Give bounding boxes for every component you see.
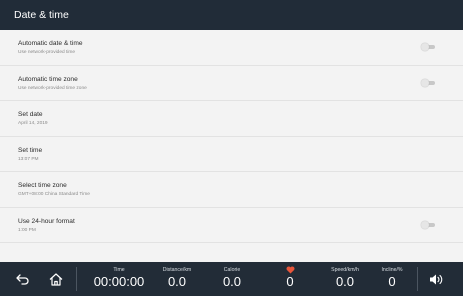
setting-title: Use 24-hour format xyxy=(18,217,75,225)
setting-set-time[interactable]: Set time 13:07 PM xyxy=(0,137,463,172)
volume-button[interactable] xyxy=(428,271,446,287)
back-button[interactable] xyxy=(14,271,32,287)
time-metric: Time 00:00:00 xyxy=(86,266,152,290)
setting-title: Automatic date & time xyxy=(18,40,83,47)
calorie-metric: Calorie 0.0 xyxy=(209,266,255,290)
metric-value: 0 xyxy=(388,274,396,289)
metric-label: Calorie xyxy=(223,267,241,273)
setting-title: Set date xyxy=(18,111,43,118)
setting-subtitle: 1:00 PM xyxy=(18,227,36,233)
volume-icon xyxy=(430,274,443,284)
heart-rate-metric: 0 xyxy=(270,266,310,290)
setting-use-24-hour-format[interactable]: Use 24-hour format 1:00 PM xyxy=(0,208,463,243)
setting-set-date[interactable]: Set date April 14, 2019 xyxy=(0,101,463,137)
automatic-date-time-toggle[interactable] xyxy=(421,43,435,52)
home-icon xyxy=(49,272,63,286)
setting-select-time-zone[interactable]: Select time zone GMT+08:00 China Standar… xyxy=(0,172,463,208)
divider xyxy=(76,267,77,291)
distance-metric: Distance/km 0.0 xyxy=(154,266,200,290)
setting-automatic-time-zone[interactable]: Automatic time zone Use network-provided… xyxy=(0,66,463,101)
setting-subtitle: Use network-provided time zone xyxy=(18,85,87,91)
setting-title: Set time xyxy=(18,146,43,154)
divider xyxy=(417,267,418,291)
metric-value: 00:00:00 xyxy=(93,274,145,289)
title-bar: Date & time xyxy=(0,0,463,30)
settings-list: Automatic date & time Use network-provid… xyxy=(0,30,463,262)
metric-label: Time xyxy=(113,267,125,273)
setting-subtitle: Use network-provided time xyxy=(18,50,76,55)
setting-subtitle: 13:07 PM xyxy=(18,156,39,162)
speed-metric: Speed/km/h 0.0 xyxy=(320,266,370,290)
setting-automatic-date-time[interactable]: Automatic date & time Use network-provid… xyxy=(0,30,463,66)
setting-subtitle: GMT+08:00 China Standard Time xyxy=(18,192,90,197)
setting-title: Automatic time zone xyxy=(18,75,78,83)
back-arrow-icon xyxy=(16,274,29,285)
automatic-time-zone-toggle[interactable] xyxy=(421,78,435,87)
heart-icon xyxy=(270,266,310,274)
setting-subtitle: April 14, 2019 xyxy=(18,121,48,126)
workout-status-bar: Time 00:00:00 Distance/km 0.0 Calorie 0.… xyxy=(0,262,463,296)
toggle-thumb xyxy=(421,78,429,87)
page-title: Date & time xyxy=(14,9,69,21)
metric-value: 0.0 xyxy=(167,274,187,289)
metric-label: Incline/% xyxy=(381,267,403,273)
metric-label: Distance/km xyxy=(162,267,192,273)
setting-title: Select time zone xyxy=(18,182,67,189)
toggle-thumb xyxy=(421,43,429,52)
home-button[interactable] xyxy=(47,271,65,287)
incline-metric: Incline/% 0 xyxy=(372,266,412,290)
metric-label: Speed/km/h xyxy=(331,267,359,273)
toggle-thumb xyxy=(421,220,429,229)
metric-value: 0.0 xyxy=(335,274,355,289)
metric-value: 0.0 xyxy=(222,274,242,289)
metric-value: 0 xyxy=(286,274,294,289)
use-24-hour-format-toggle[interactable] xyxy=(421,220,435,229)
